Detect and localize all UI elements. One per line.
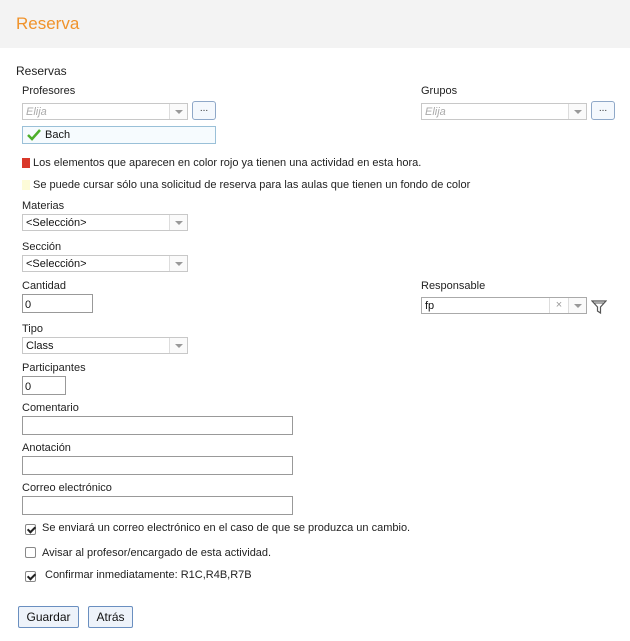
email-change-checkbox[interactable] xyxy=(25,524,36,535)
participantes-label: Participantes xyxy=(22,362,86,374)
grupos-more-button[interactable]: ... xyxy=(591,101,615,120)
chevron-down-icon[interactable] xyxy=(568,104,586,119)
page-title: Reserva xyxy=(16,14,80,33)
materias-select[interactable]: <Selección> xyxy=(22,214,188,231)
participantes-input[interactable] xyxy=(22,376,66,395)
section-title: Reservas xyxy=(16,64,67,78)
correo-label: Correo electrónico xyxy=(22,482,112,494)
correo-input[interactable] xyxy=(22,496,293,515)
profesores-label: Profesores xyxy=(22,85,76,97)
grupos-label: Grupos xyxy=(421,85,458,97)
seccion-value: <Selección> xyxy=(26,258,87,270)
seccion-label: Sección xyxy=(22,241,62,253)
tipo-select[interactable]: Class xyxy=(22,337,188,354)
anotacion-label: Anotación xyxy=(22,442,71,454)
comentario-label: Comentario xyxy=(22,402,79,414)
profesores-placeholder: Elija xyxy=(26,106,47,118)
legend-red-square xyxy=(22,158,30,168)
grupos-select[interactable]: Elija xyxy=(421,103,587,120)
filter-icon[interactable] xyxy=(591,299,607,315)
grupos-placeholder: Elija xyxy=(425,106,446,118)
profesores-select[interactable]: Elija xyxy=(22,103,188,120)
profesores-selected-label: Bach xyxy=(45,129,71,141)
tipo-label: Tipo xyxy=(22,323,43,335)
chevron-down-icon[interactable] xyxy=(169,215,187,230)
responsable-value: fp xyxy=(425,300,435,312)
checkmark-icon xyxy=(27,129,41,141)
materias-label: Materias xyxy=(22,200,65,212)
cantidad-input[interactable] xyxy=(22,294,93,313)
chevron-down-icon[interactable] xyxy=(169,256,187,271)
seccion-select[interactable]: <Selección> xyxy=(22,255,188,272)
anotacion-input[interactable] xyxy=(22,456,293,475)
email-change-label: Se enviará un correo electrónico en el c… xyxy=(42,522,411,534)
comentario-input[interactable] xyxy=(22,416,293,435)
confirm-now-label: Confirmar inmediatamente: R1C,R4B,R7B xyxy=(45,569,252,581)
legend-red-note: Los elementos que aparecen en color rojo… xyxy=(33,157,422,169)
profesores-selected-item[interactable]: Bach xyxy=(22,126,216,144)
notify-teacher-checkbox[interactable] xyxy=(25,547,36,558)
save-button[interactable]: Guardar xyxy=(18,606,79,628)
confirm-now-checkbox[interactable] xyxy=(25,571,36,582)
chevron-down-icon[interactable] xyxy=(568,298,586,313)
legend-yellow-note: Se puede cursar sólo una solicitud de re… xyxy=(33,179,471,191)
page-header: Reserva xyxy=(0,0,630,48)
clear-icon[interactable]: × xyxy=(549,298,568,313)
notify-teacher-label: Avisar al profesor/encargado de esta act… xyxy=(42,547,272,559)
legend-yellow-square xyxy=(22,180,30,190)
responsable-select[interactable]: fp × xyxy=(421,297,587,314)
cantidad-label: Cantidad xyxy=(22,280,67,292)
chevron-down-icon[interactable] xyxy=(169,338,187,353)
tipo-value: Class xyxy=(26,340,54,352)
profesores-more-button[interactable]: ... xyxy=(192,101,216,120)
back-button[interactable]: Atrás xyxy=(88,606,133,628)
materias-value: <Selección> xyxy=(26,217,87,229)
responsable-label: Responsable xyxy=(421,280,486,292)
chevron-down-icon[interactable] xyxy=(169,104,187,119)
